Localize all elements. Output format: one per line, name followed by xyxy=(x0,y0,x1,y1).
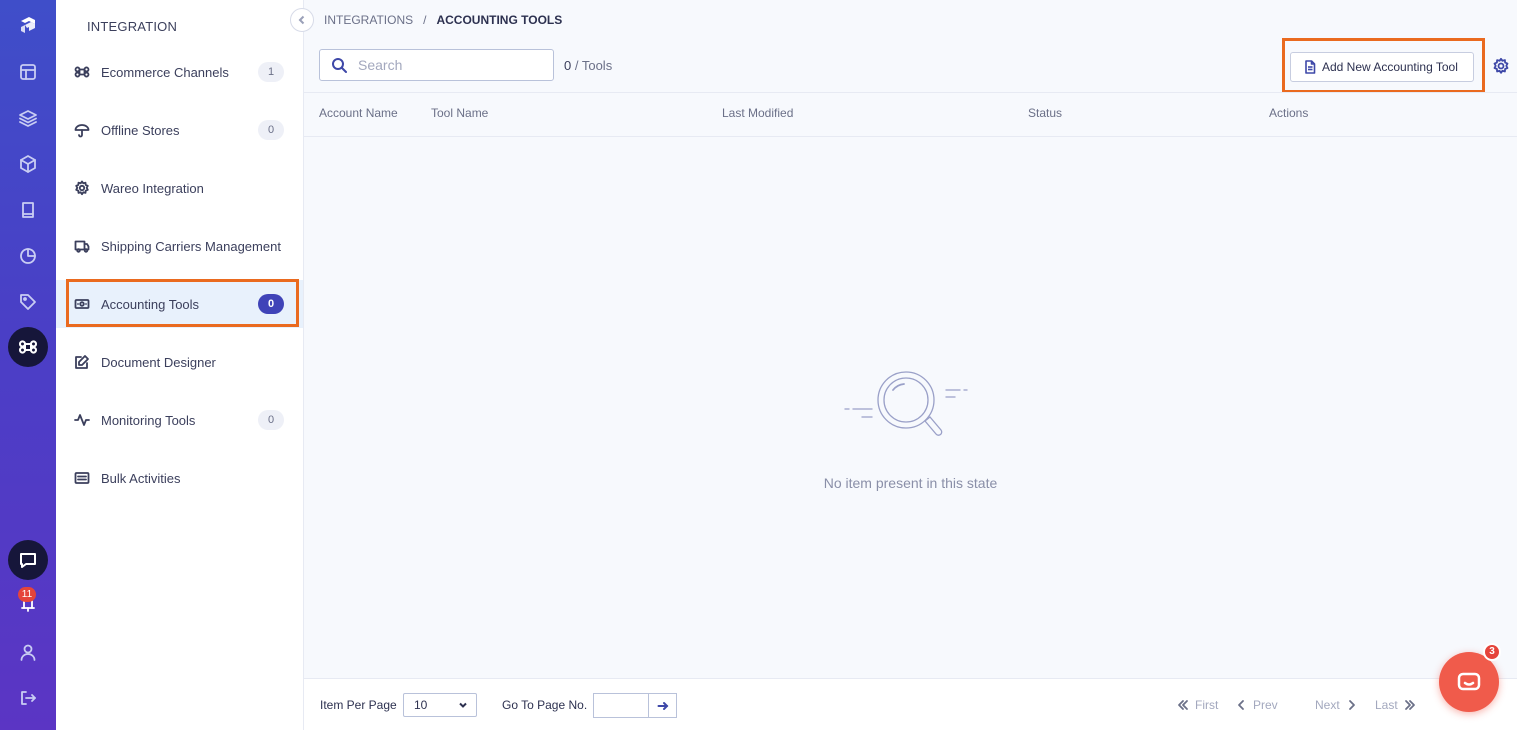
sidebar-item-accounting-tools[interactable]: Accounting Tools 0 xyxy=(56,280,303,328)
sidebar-item-document-designer[interactable]: Document Designer xyxy=(56,338,303,386)
go-to-page-label: Go To Page No. xyxy=(502,698,588,712)
logout-icon[interactable] xyxy=(0,679,56,717)
items-per-page-select[interactable]: 10 xyxy=(403,693,477,717)
sidebar-item-label: Accounting Tools xyxy=(101,296,200,312)
command-icon xyxy=(73,63,91,81)
chevron-right-icon xyxy=(1348,700,1355,710)
search-icon xyxy=(332,58,347,73)
integration-sidebar: INTEGRATION Ecommerce Channels 1 Offline… xyxy=(56,0,314,730)
pagination-bar: Item Per Page 10 Go To Page No. First Pr… xyxy=(304,678,1517,730)
pie-chart-icon[interactable] xyxy=(0,237,56,275)
count-badge: 0 xyxy=(258,410,284,430)
column-header[interactable]: Status xyxy=(1028,106,1062,120)
add-accounting-tool-button[interactable]: Add New Accounting Tool xyxy=(1290,52,1474,82)
book-icon[interactable] xyxy=(0,191,56,229)
prev-label: Prev xyxy=(1253,698,1278,712)
gear-icon xyxy=(73,179,91,197)
breadcrumb-separator: / xyxy=(423,13,427,27)
sidebar-item-ecommerce-channels[interactable]: Ecommerce Channels 1 xyxy=(56,48,303,96)
settings-gear-icon[interactable] xyxy=(1492,57,1510,75)
sidebar-item-label: Ecommerce Channels xyxy=(101,64,229,80)
layers-icon[interactable] xyxy=(0,99,56,137)
chat-icon[interactable] xyxy=(8,540,48,580)
collapse-sidebar-button[interactable] xyxy=(290,8,314,32)
sidebar-item-label: Wareo Integration xyxy=(101,180,204,196)
breadcrumb-parent[interactable]: INTEGRATIONS xyxy=(324,13,413,27)
tool-count: 0 / Tools xyxy=(564,58,612,73)
breadcrumb-current: ACCOUNTING TOOLS xyxy=(436,13,563,27)
items-per-page-value: 10 xyxy=(414,698,428,712)
support-chat-button[interactable] xyxy=(1439,652,1499,712)
count-badge: 1 xyxy=(258,62,284,82)
go-to-page-button[interactable] xyxy=(648,693,677,718)
double-chevron-left-icon xyxy=(1178,700,1188,710)
chat-bubble-icon xyxy=(1457,672,1481,691)
first-page-button[interactable]: First xyxy=(1177,698,1218,712)
double-chevron-right-icon xyxy=(1404,700,1415,710)
truck-icon xyxy=(73,237,91,255)
logo-icon[interactable] xyxy=(0,6,56,44)
sidebar-item-label: Bulk Activities xyxy=(101,470,181,486)
sidebar-item-wareo-integration[interactable]: Wareo Integration xyxy=(56,164,303,212)
column-header[interactable]: Tool Name xyxy=(431,106,488,120)
add-button-label: Add New Accounting Tool xyxy=(1322,60,1458,74)
first-label: First xyxy=(1195,698,1219,712)
sidebar-item-bulk-activities[interactable]: Bulk Activities xyxy=(56,454,303,502)
edit-icon xyxy=(73,353,91,371)
sidebar-item-label: Document Designer xyxy=(101,354,216,370)
empty-state-magnifier-icon xyxy=(842,364,968,448)
chat-unread-badge: 3 xyxy=(1483,643,1501,661)
table-header: Account Name Tool Name Last Modified Sta… xyxy=(304,92,1517,137)
empty-state-message: No item present in this state xyxy=(823,475,998,491)
last-page-button[interactable]: Last xyxy=(1375,698,1416,712)
next-label: Next xyxy=(1315,698,1340,712)
chevron-left-icon xyxy=(1238,700,1244,710)
command-icon[interactable] xyxy=(8,327,48,367)
last-label: Last xyxy=(1375,698,1398,712)
chevron-left-icon xyxy=(298,15,305,25)
arrow-right-icon xyxy=(657,701,668,710)
document-icon xyxy=(1305,60,1316,74)
sidebar-item-label: Monitoring Tools xyxy=(101,412,196,428)
search-box xyxy=(319,49,554,81)
tag-icon[interactable] xyxy=(0,283,56,321)
sidebar-item-offline-stores[interactable]: Offline Stores 0 xyxy=(56,106,303,154)
tool-count-unit: / Tools xyxy=(574,58,613,73)
tool-count-value: 0 xyxy=(564,58,572,73)
next-page-button[interactable]: Next xyxy=(1315,698,1358,712)
breadcrumb: INTEGRATIONS / ACCOUNTING TOOLS xyxy=(324,13,562,27)
count-badge: 0 xyxy=(258,294,284,314)
column-header: Actions xyxy=(1269,106,1309,120)
chevron-down-icon xyxy=(459,702,467,708)
dashboard-icon[interactable] xyxy=(0,53,56,91)
cash-icon xyxy=(73,295,91,313)
sidebar-item-label: Offline Stores xyxy=(101,122,180,138)
app-rail: 11 xyxy=(0,0,56,730)
main-content: INTEGRATIONS / ACCOUNTING TOOLS 0 / Tool… xyxy=(304,0,1517,730)
sidebar-item-shipping-carriers[interactable]: Shipping Carriers Management xyxy=(56,222,303,270)
box-icon[interactable] xyxy=(0,145,56,183)
activity-icon xyxy=(73,411,91,429)
column-header[interactable]: Last Modified xyxy=(722,106,793,120)
go-to-page-input[interactable] xyxy=(593,693,649,718)
items-per-page-label: Item Per Page xyxy=(320,698,397,712)
prev-page-button[interactable]: Prev xyxy=(1235,698,1278,712)
column-header[interactable]: Account Name xyxy=(319,106,398,120)
notification-badge: 11 xyxy=(18,587,36,602)
search-input[interactable] xyxy=(358,56,543,74)
user-icon[interactable] xyxy=(0,633,56,671)
sidebar-title: INTEGRATION xyxy=(87,19,178,34)
sidebar-item-monitoring-tools[interactable]: Monitoring Tools 0 xyxy=(56,396,303,444)
count-badge: 0 xyxy=(258,120,284,140)
sidebar-item-label: Shipping Carriers Management xyxy=(101,238,281,254)
umbrella-icon xyxy=(73,121,91,139)
list-box-icon xyxy=(73,469,91,487)
